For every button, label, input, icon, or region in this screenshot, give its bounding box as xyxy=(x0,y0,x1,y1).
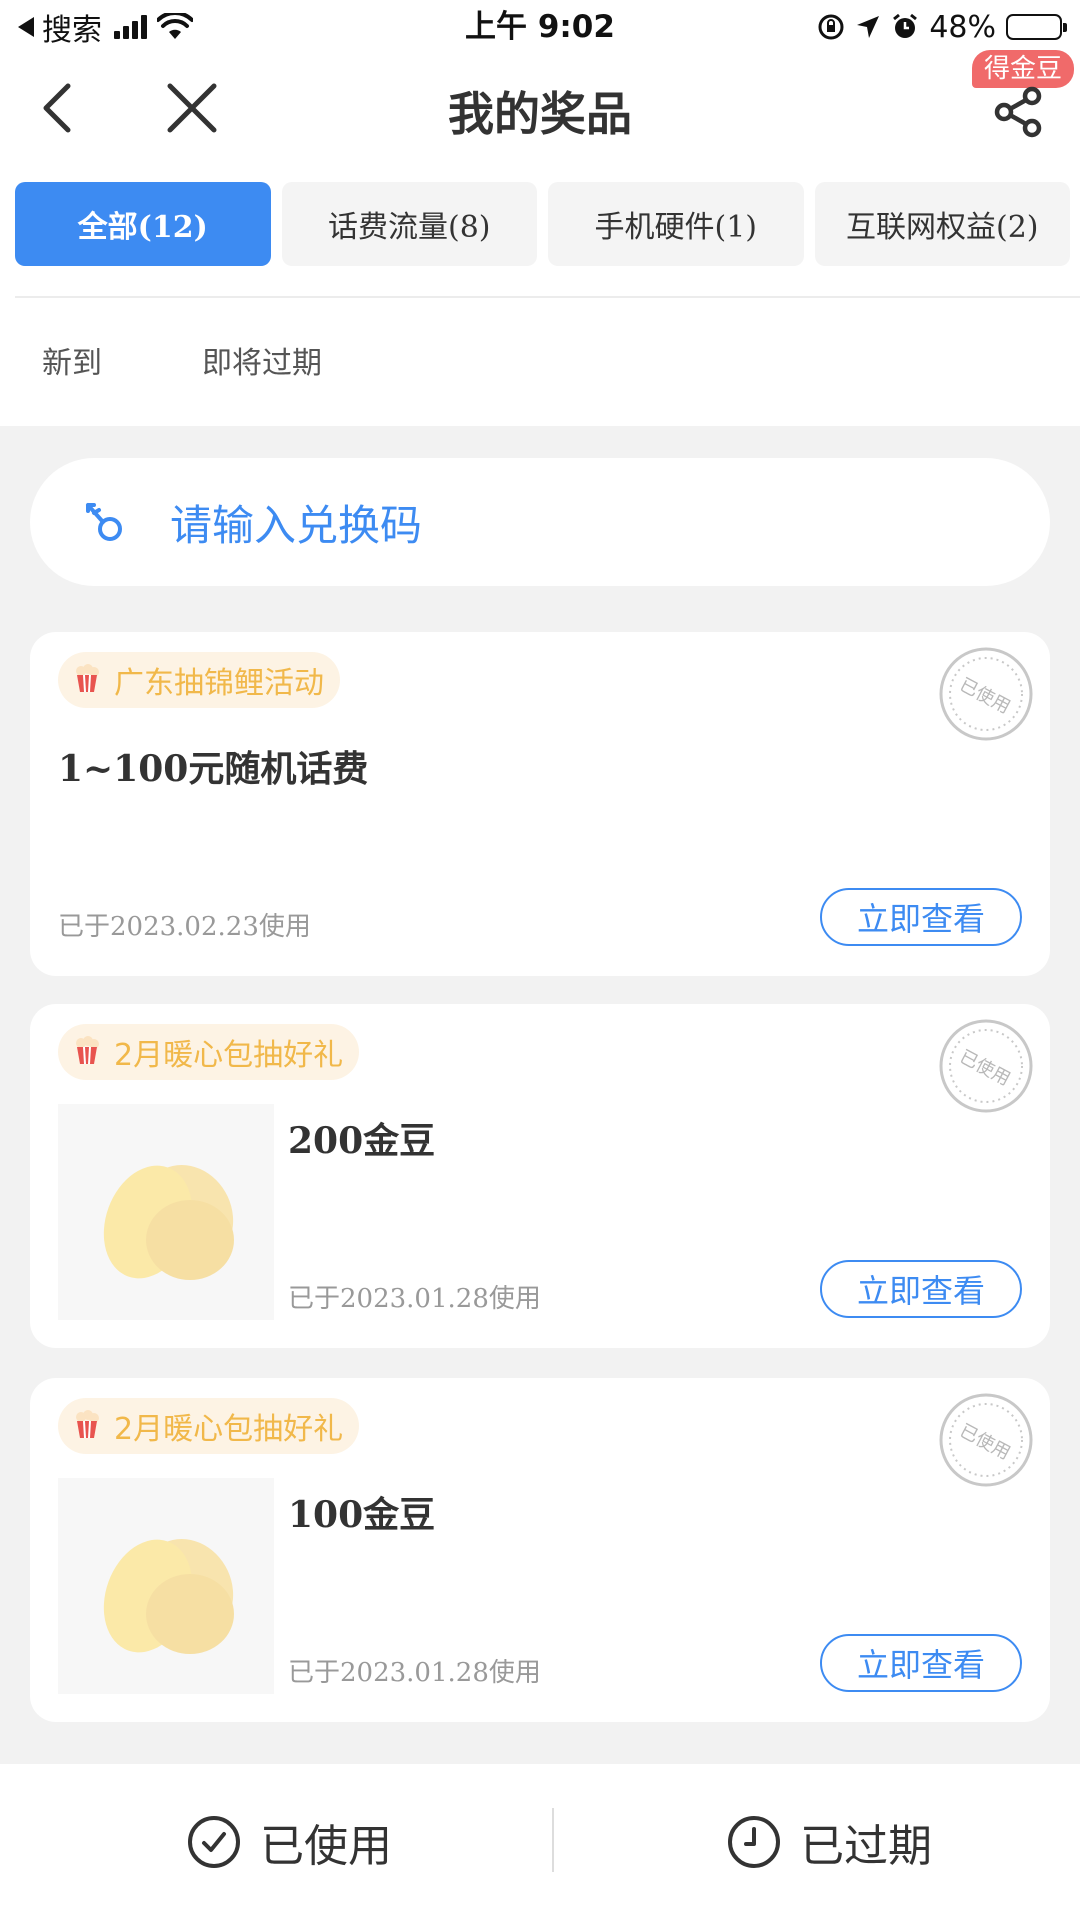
sub-tab-expiring[interactable]: 即将过期 xyxy=(202,338,322,382)
used-date: 已于2023.02.23使用 xyxy=(58,912,311,942)
expired-tab-label: 已过期 xyxy=(800,1821,932,1872)
prize-card[interactable]: 广东抽锦鲤活动 1~100元随机话费 已于2023.02.23使用 立即查看 已… xyxy=(30,632,1050,976)
prize-title: 1~100元随机话费 xyxy=(58,748,369,790)
popcorn-icon xyxy=(76,1036,99,1065)
popcorn-icon xyxy=(76,664,99,693)
expired-tab[interactable]: 已过期 xyxy=(726,1764,932,1920)
tab-internet-benefits[interactable]: 互联网权益(2) xyxy=(814,182,1070,266)
prize-title: 200金豆 xyxy=(288,1120,436,1162)
alarm-icon xyxy=(893,13,918,38)
sub-tab-new[interactable]: 新到 xyxy=(42,338,102,382)
view-now-button[interactable]: 立即查看 xyxy=(820,1260,1022,1318)
stamp-label: 已使用 xyxy=(956,674,1014,718)
redeem-code-input[interactable]: 请输入兑换码 xyxy=(30,458,1050,586)
prize-list-area: 请输入兑换码 广东抽锦鲤活动 1~100元随机话费 已于2023.02.23使用… xyxy=(0,426,1080,1764)
clock-icon xyxy=(728,1816,780,1868)
tab-hardware[interactable]: 手机硬件(1) xyxy=(548,182,804,266)
category-tabs: 全部(12) 话费流量(8) 手机硬件(1) 互联网权益(2) xyxy=(15,182,1070,266)
divider xyxy=(15,296,1080,298)
used-stamp-icon: 已使用 xyxy=(939,647,1033,741)
key-icon xyxy=(86,503,122,541)
used-stamp-icon: 已使用 xyxy=(939,1019,1033,1113)
orientation-lock-icon xyxy=(818,14,844,40)
used-date: 已于2023.01.28使用 xyxy=(288,1658,541,1688)
activity-tag: 2月暖心包抽好礼 xyxy=(58,1398,360,1454)
battery-percent: 48% xyxy=(929,9,996,45)
activity-tag: 2月暖心包抽好礼 xyxy=(58,1024,360,1080)
view-now-button[interactable]: 立即查看 xyxy=(820,1634,1022,1692)
used-tab[interactable]: 已使用 xyxy=(186,1764,392,1920)
used-date: 已于2023.01.28使用 xyxy=(288,1284,541,1314)
bottom-bar: 已使用 已过期 xyxy=(0,1764,1080,1920)
page-title: 我的奖品 xyxy=(448,87,632,141)
nav-bar: 我的奖品 得金豆 xyxy=(0,50,1080,164)
activity-tag-label: 2月暖心包抽好礼 xyxy=(114,1412,344,1447)
gold-bean-icon xyxy=(103,1539,234,1654)
popcorn-icon xyxy=(76,1410,99,1439)
view-now-button[interactable]: 立即查看 xyxy=(820,888,1022,946)
gold-bean-image xyxy=(58,1104,274,1320)
tab-phone-data[interactable]: 话费流量(8) xyxy=(281,182,537,266)
share-icon[interactable] xyxy=(990,82,1050,142)
location-icon xyxy=(857,16,880,38)
used-stamp-icon: 已使用 xyxy=(939,1393,1033,1487)
activity-tag-label: 广东抽锦鲤活动 xyxy=(114,666,324,701)
sub-tabs: 新到 即将过期 xyxy=(42,338,322,382)
tab-all[interactable]: 全部(12) xyxy=(15,182,271,266)
status-bar: 搜索 上午 9:02 48% xyxy=(0,0,1080,54)
check-circle-icon xyxy=(188,1816,240,1868)
gold-bean-image xyxy=(58,1478,274,1694)
activity-tag-label: 2月暖心包抽好礼 xyxy=(114,1038,344,1073)
status-right: 48% xyxy=(817,6,1067,48)
bottom-divider xyxy=(552,1808,554,1872)
prize-card[interactable]: 2月暖心包抽好礼 100金豆 已于2023.01.28使用 立即查看 已使用 xyxy=(30,1378,1050,1722)
prize-card[interactable]: 2月暖心包抽好礼 200金豆 已于2023.01.28使用 立即查看 已使用 xyxy=(30,1004,1050,1348)
battery-icon xyxy=(1006,14,1067,40)
stamp-label: 已使用 xyxy=(956,1046,1014,1090)
used-tab-label: 已使用 xyxy=(260,1821,392,1872)
prize-title: 100金豆 xyxy=(288,1494,436,1536)
gold-bean-icon xyxy=(103,1165,234,1280)
activity-tag: 广东抽锦鲤活动 xyxy=(58,652,340,708)
redeem-placeholder: 请输入兑换码 xyxy=(170,500,423,550)
stamp-label: 已使用 xyxy=(956,1420,1014,1464)
